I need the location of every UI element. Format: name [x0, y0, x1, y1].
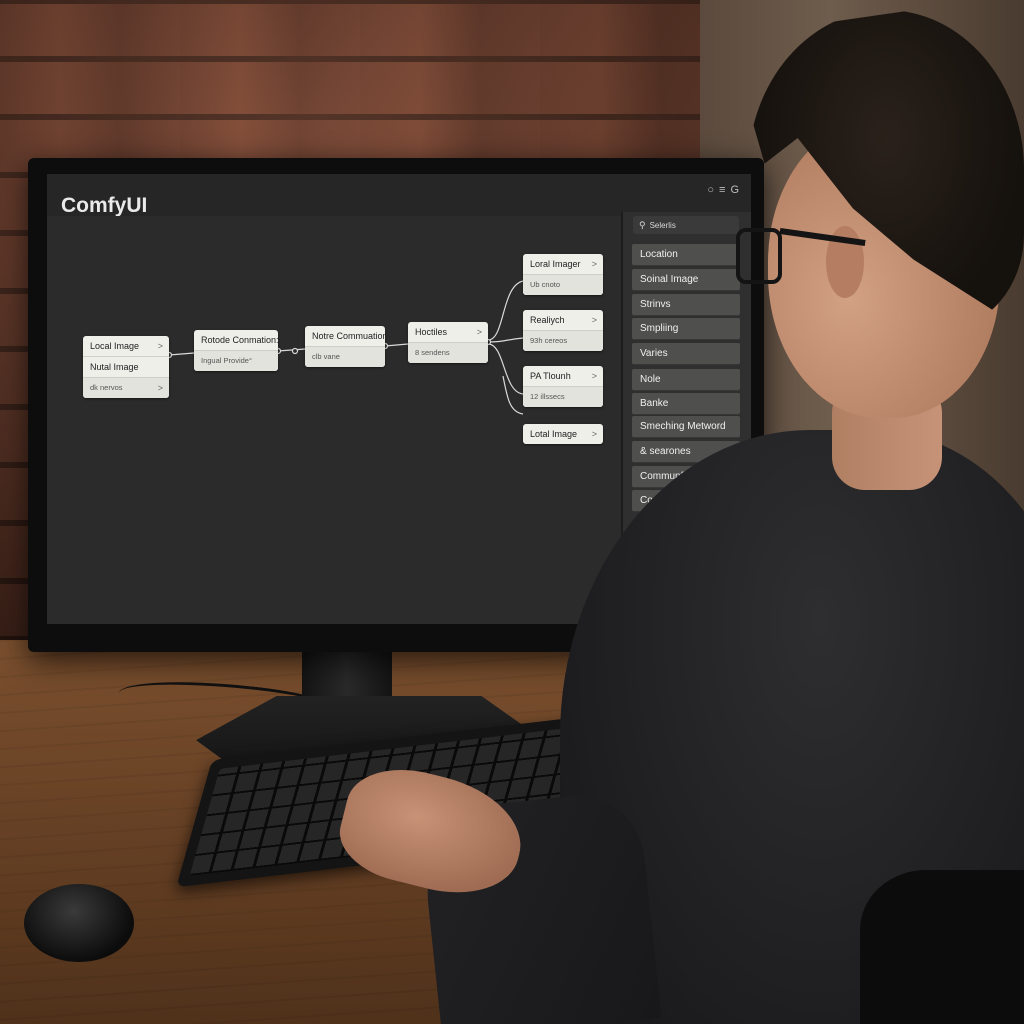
- node-row: Rotode Conmation:: [194, 330, 278, 351]
- graph-node-realiych[interactable]: Realiych > 93h cereos: [523, 310, 603, 351]
- chevron-right-icon[interactable]: >: [592, 424, 597, 444]
- app-title: ComfyUI: [61, 194, 148, 217]
- graph-node-local-image[interactable]: Local Image > Nutal Image dk nervos >: [83, 336, 169, 398]
- chevron-right-icon[interactable]: >: [592, 366, 597, 386]
- sidebar-item-strinvs[interactable]: Strinvs: [632, 294, 740, 316]
- sidebar-item-soinal-image[interactable]: Soinal Image: [632, 269, 740, 291]
- graph-node-notre-commuation[interactable]: Notre Commuation clb vane: [305, 326, 385, 367]
- graph-node-loral-imager[interactable]: Loral Imager > Ub cnoto: [523, 254, 603, 295]
- chevron-right-icon[interactable]: >: [592, 310, 597, 330]
- graph-node-hoctiles[interactable]: Hoctiles > 8 sendens: [408, 322, 488, 363]
- refresh-icon[interactable]: ○: [707, 184, 714, 196]
- chevron-right-icon[interactable]: >: [158, 336, 163, 356]
- sidebar-item-nole[interactable]: Nole: [632, 369, 740, 391]
- node-row: Realiych >: [523, 310, 603, 331]
- node-row: Lotal Image >: [523, 424, 603, 444]
- chevron-right-icon[interactable]: >: [592, 254, 597, 274]
- node-row: 8 sendens: [408, 343, 488, 363]
- node-row: PA Tlounh >: [523, 366, 603, 387]
- sidebar-item-location[interactable]: Location: [632, 244, 740, 266]
- topbar-icons: ○ ≡ G: [707, 184, 739, 196]
- node-row: Nutal Image: [83, 357, 169, 378]
- node-row: clb vane: [305, 347, 385, 367]
- chevron-right-icon[interactable]: >: [158, 378, 163, 398]
- sidebar-item-smpliing[interactable]: Smpliing: [632, 318, 740, 340]
- app-topbar: ComfyUI ○ ≡ G: [47, 174, 751, 217]
- link-1-2: [168, 352, 195, 356]
- node-graph-canvas[interactable]: Local Image > Nutal Image dk nervos > Roto…: [47, 216, 621, 624]
- graph-node-lotal-image[interactable]: Lotal Image >: [523, 424, 603, 444]
- link-7-out: [502, 375, 524, 415]
- sidebar-search-input[interactable]: ⚲ Selerlis: [633, 216, 739, 234]
- node-row: Hoctiles >: [408, 322, 488, 343]
- desk-scene: ComfyUI ○ ≡ G Local Image > Nutal Image …: [0, 0, 1024, 1024]
- node-row: Notre Commuation: [305, 326, 385, 347]
- sidebar-item-smeching-metword[interactable]: Smeching Metword: [632, 416, 740, 438]
- computer-mouse: [24, 884, 134, 962]
- link-socket: [291, 347, 299, 355]
- node-row: 12 illssecs: [523, 387, 603, 407]
- link-4-5: [487, 280, 524, 341]
- chevron-right-icon[interactable]: >: [477, 322, 482, 342]
- graph-node-rotode-conmation[interactable]: Rotode Conmation: Ingual Provide°: [194, 330, 278, 371]
- node-row: Loral Imager >: [523, 254, 603, 275]
- node-row: Ingual Provide°: [194, 351, 278, 371]
- link-3-4: [384, 343, 409, 347]
- settings-icon[interactable]: G: [730, 184, 739, 196]
- link-2-3: [277, 348, 306, 352]
- sidebar-item-banke[interactable]: Banke: [632, 393, 740, 415]
- graph-node-pa-tlounh[interactable]: PA Tlounh > 12 illssecs: [523, 366, 603, 407]
- sidebar-item-varies[interactable]: Varies: [632, 343, 740, 365]
- chair: [860, 870, 1024, 1024]
- node-row: Local Image >: [83, 336, 169, 357]
- node-row: Ub cnoto: [523, 275, 603, 295]
- node-row: dk nervos >: [83, 378, 169, 398]
- search-icon: ⚲: [639, 220, 646, 230]
- eyeglasses: [736, 228, 782, 284]
- node-row: 93h cereos: [523, 331, 603, 351]
- menu-icon[interactable]: ≡: [719, 184, 725, 196]
- search-text: Selerlis: [649, 221, 676, 230]
